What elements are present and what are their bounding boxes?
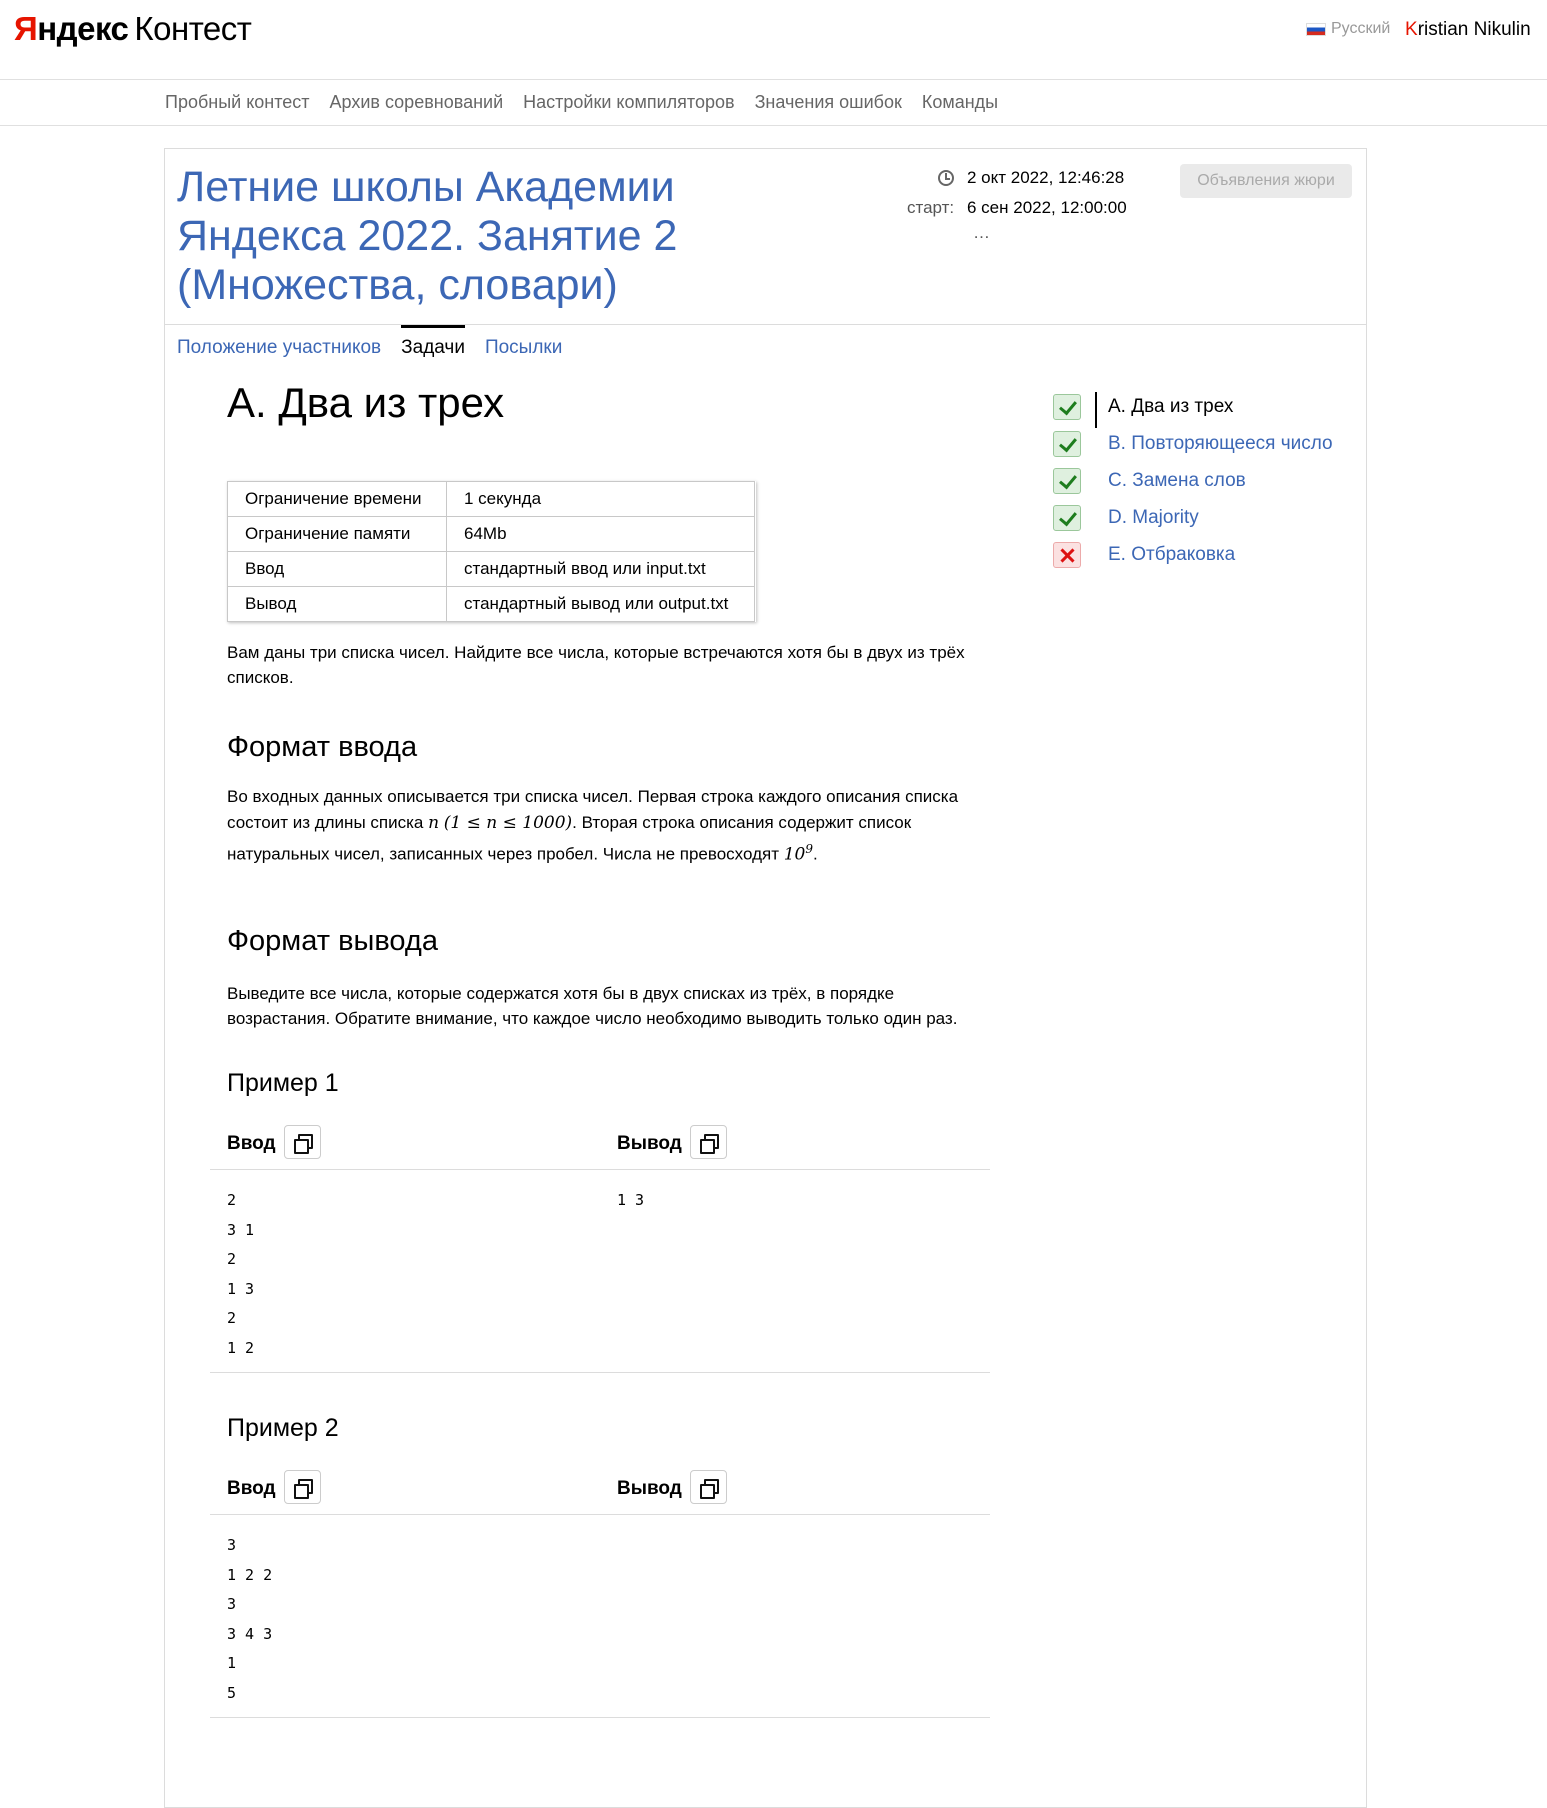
example-body: 2 3 1 2 1 3 2 1 2 1 3	[210, 1171, 990, 1373]
checkmark-icon	[1053, 505, 1081, 531]
contest-tabs: Положение участников Задачи Посылки	[177, 325, 562, 365]
nav-competition-archive[interactable]: Архив соревнований	[330, 92, 504, 113]
input-format-heading: Формат ввода	[227, 731, 418, 763]
limit-value: стандартный вывод или output.txt	[446, 586, 755, 622]
top-header: Яндекс Контест Русский Kristian Nikulin	[0, 0, 1547, 80]
limit-value: 64Mb	[446, 516, 755, 552]
checkmark-icon	[1053, 394, 1081, 420]
current-time: 2 окт 2022, 12:46:28	[967, 168, 1125, 187]
nav-error-codes[interactable]: Значения ошибок	[755, 92, 902, 113]
limits-table: Ограничение времени 1 секунда Ограничени…	[227, 481, 755, 622]
main-nav: Пробный контест Архив соревнований Настр…	[0, 80, 1547, 126]
nav-teams[interactable]: Команды	[922, 92, 998, 113]
language-label: Русский	[1331, 20, 1391, 37]
cross-icon	[1053, 542, 1081, 568]
start-label: старт:	[907, 198, 955, 217]
limit-label: Ограничение времени	[227, 481, 447, 517]
math-power-exponent: 9	[805, 842, 813, 856]
math-power-base: 10	[783, 844, 806, 865]
contest-title[interactable]: Летние школы Академии Яндекса 2022. Заня…	[177, 163, 737, 310]
clock-icon	[938, 170, 954, 186]
yandex-contest-logo[interactable]: Яндекс Контест	[14, 10, 252, 48]
language-switcher[interactable]: Русский	[1306, 20, 1390, 38]
example-2-title: Пример 2	[227, 1414, 339, 1442]
example-output: 1 3	[617, 1191, 645, 1209]
checkmark-icon	[1053, 431, 1081, 457]
russia-flag-icon	[1306, 22, 1326, 36]
logo-product: Контест	[134, 10, 252, 47]
example-1-title: Пример 1	[227, 1069, 339, 1097]
tab-submissions[interactable]: Посылки	[485, 325, 562, 365]
example-input-label: Ввод	[227, 1478, 276, 1499]
limit-value: стандартный ввод или input.txt	[446, 551, 755, 587]
example-input: 3 1 2 2 3 3 4 3 1 5	[227, 1536, 273, 1702]
tab-standings[interactable]: Положение участников	[177, 325, 381, 365]
input-format-text: Во входных данных описывается три списка…	[227, 784, 997, 868]
math-range: (1 ≤ n ≤ 1000)	[443, 813, 573, 833]
problem-item-label: D. Majority	[1108, 507, 1199, 528]
problem-item-label: B. Повторяющееся число	[1108, 433, 1333, 454]
problem-item-label: A. Два из трех	[1108, 396, 1234, 417]
nav-trial-contest[interactable]: Пробный контест	[165, 92, 310, 113]
logo-yandex: Яндекс	[14, 10, 129, 47]
table-row: Вывод стандартный вывод или output.txt	[227, 586, 755, 622]
problem-legend: Вам даны три списка чисел. Найдите все ч…	[227, 643, 965, 687]
example-head: Ввод Вывод	[210, 1470, 990, 1515]
math-n: n	[428, 813, 440, 833]
logo-ya-letter: Я	[14, 10, 38, 47]
problem-item-label: C. Замена слов	[1108, 470, 1246, 491]
user-name-first-letter: K	[1405, 19, 1418, 40]
copy-output-button[interactable]	[690, 1470, 727, 1504]
example-head: Ввод Вывод	[210, 1125, 990, 1170]
checkmark-icon	[1053, 468, 1081, 494]
current-problem-marker	[1095, 392, 1097, 428]
example-output-label: Вывод	[617, 1133, 682, 1154]
limit-label: Ограничение памяти	[227, 516, 447, 552]
tab-problems[interactable]: Задачи	[401, 325, 465, 365]
jury-announcements-button[interactable]: Объявления жюри	[1180, 164, 1352, 198]
output-format-heading: Формат вывода	[227, 925, 438, 957]
limit-label: Вывод	[227, 586, 447, 622]
problem-item-label: E. Отбраковка	[1108, 544, 1236, 565]
user-menu[interactable]: Kristian Nikulin	[1405, 19, 1531, 41]
start-time: 6 сен 2022, 12:00:00	[967, 198, 1127, 217]
more-info-toggle[interactable]: …	[973, 223, 990, 243]
limit-value: 1 секунда	[446, 481, 755, 517]
copy-input-button[interactable]	[284, 1125, 321, 1159]
example-input-label: Ввод	[227, 1133, 276, 1154]
table-row: Ограничение времени 1 секунда	[227, 481, 755, 517]
limit-label: Ввод	[227, 551, 447, 587]
output-format-text: Выведите все числа, которые содержатся х…	[227, 984, 958, 1028]
input-text-part: .	[813, 844, 818, 864]
copy-output-button[interactable]	[690, 1125, 727, 1159]
nav-compiler-settings[interactable]: Настройки компиляторов	[523, 92, 734, 113]
logo-ya-rest: ндекс	[37, 10, 129, 47]
table-row: Ввод стандартный ввод или input.txt	[227, 551, 755, 587]
problem-title: A. Два из трех	[227, 379, 505, 426]
contest-card: Летние школы Академии Яндекса 2022. Заня…	[164, 148, 1367, 1808]
user-name-rest: ristian Nikulin	[1417, 19, 1531, 40]
copy-input-button[interactable]	[284, 1470, 321, 1504]
example-input: 2 3 1 2 1 3 2 1 2	[227, 1191, 255, 1357]
table-row: Ограничение памяти 64Mb	[227, 516, 755, 552]
example-output-label: Вывод	[617, 1478, 682, 1499]
example-body: 3 1 2 2 3 3 4 3 1 5	[210, 1516, 990, 1718]
